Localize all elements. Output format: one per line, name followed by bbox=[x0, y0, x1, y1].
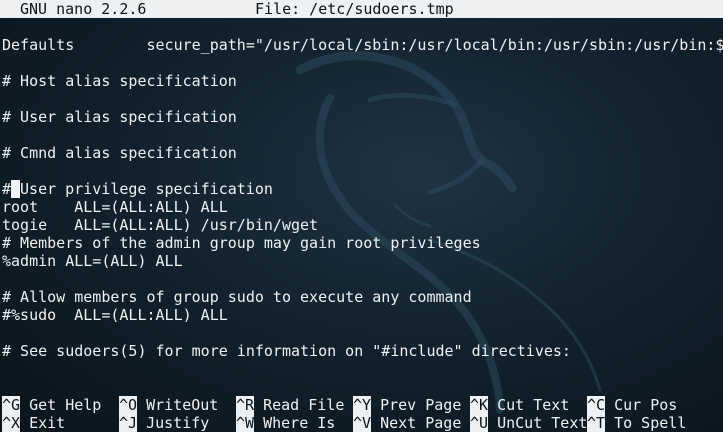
cursor-hash: # bbox=[2, 180, 12, 198]
shortcut-get-help[interactable]: ^G Get Help bbox=[2, 396, 101, 414]
shortcut-label: To Spell bbox=[614, 414, 687, 432]
shortcut-justify[interactable]: ^J Justify bbox=[119, 414, 209, 432]
shortcut-to-spell[interactable]: ^T To Spell bbox=[587, 414, 686, 432]
shortcut-key: ^J bbox=[119, 414, 138, 432]
shortcut-label: Prev Page bbox=[380, 396, 462, 414]
shortcut-label: Justify bbox=[146, 414, 210, 432]
shortcut-key: ^G bbox=[2, 396, 21, 414]
buffer-line: Defaults secure_path="/usr/local/sbin:/u… bbox=[2, 36, 723, 54]
buffer-line-cursor: # User privilege specification bbox=[2, 180, 273, 198]
shortcut-key: ^V bbox=[353, 414, 372, 432]
shortcut-where-is[interactable]: ^W Where Is bbox=[236, 414, 335, 432]
shortcut-cur-pos[interactable]: ^C Cur Pos bbox=[587, 396, 677, 414]
buffer-line: # Members of the admin group may gain ro… bbox=[2, 234, 481, 252]
shortcut-key: ^K bbox=[470, 396, 489, 414]
shortcut-label: Cut Text bbox=[497, 396, 570, 414]
shortcut-exit[interactable]: ^X Exit bbox=[2, 414, 65, 432]
shortcut-writeout[interactable]: ^O WriteOut bbox=[119, 396, 218, 414]
shortcut-label: Cur Pos bbox=[614, 396, 678, 414]
shortcut-key: ^W bbox=[236, 414, 255, 432]
shortcut-key: ^O bbox=[119, 396, 138, 414]
buffer-line: root ALL=(ALL:ALL) ALL bbox=[2, 198, 228, 216]
shortcut-prev-page[interactable]: ^Y Prev Page bbox=[353, 396, 461, 414]
shortcut-key: ^R bbox=[236, 396, 255, 414]
shortcut-label: UnCut Text bbox=[497, 414, 588, 432]
shortcut-key: ^T bbox=[587, 414, 606, 432]
nano-title-bar: GNU nano 2.2.6 File: /etc/sudoers.tmp bbox=[0, 0, 723, 18]
shortcut-label: Read File bbox=[263, 396, 345, 414]
buffer-line: # Allow members of group sudo to execute… bbox=[2, 288, 472, 306]
shortcut-key: ^X bbox=[2, 414, 21, 432]
shortcut-key: ^Y bbox=[353, 396, 372, 414]
shortcut-next-page[interactable]: ^V Next Page bbox=[353, 414, 461, 432]
app-title: GNU nano 2.2.6 bbox=[20, 0, 147, 18]
shortcut-label: Exit bbox=[29, 414, 66, 432]
shortcut-label: Where Is bbox=[263, 414, 336, 432]
buffer-line: togie ALL=(ALL:ALL) /usr/bin/wget bbox=[2, 216, 319, 234]
shortcut-label: Next Page bbox=[380, 414, 462, 432]
shortcut-label: Get Help bbox=[29, 396, 102, 414]
buffer-line: %admin ALL=(ALL) ALL bbox=[2, 252, 183, 270]
file-name: File: /etc/sudoers.tmp bbox=[255, 0, 454, 18]
terminal-window[interactable]: GNU nano 2.2.6 File: /etc/sudoers.tmp De… bbox=[0, 0, 723, 432]
shortcut-uncut-text[interactable]: ^U UnCut Text bbox=[470, 414, 587, 432]
buffer-line: # Host alias specification bbox=[2, 72, 237, 90]
buffer-line: # See sudoers(5) for more information on… bbox=[2, 342, 571, 360]
cursor-line-text: User privilege specification bbox=[20, 180, 273, 198]
buffer-line: # Cmnd alias specification bbox=[2, 144, 237, 162]
buffer-line: #%sudo ALL=(ALL:ALL) ALL bbox=[2, 306, 228, 324]
shortcut-cut-text[interactable]: ^K Cut Text bbox=[470, 396, 569, 414]
text-cursor bbox=[11, 180, 21, 198]
buffer-line: # User alias specification bbox=[2, 108, 237, 126]
shortcut-read-file[interactable]: ^R Read File bbox=[236, 396, 344, 414]
shortcut-key: ^U bbox=[470, 414, 489, 432]
shortcut-label: WriteOut bbox=[146, 396, 219, 414]
shortcut-key: ^C bbox=[587, 396, 606, 414]
